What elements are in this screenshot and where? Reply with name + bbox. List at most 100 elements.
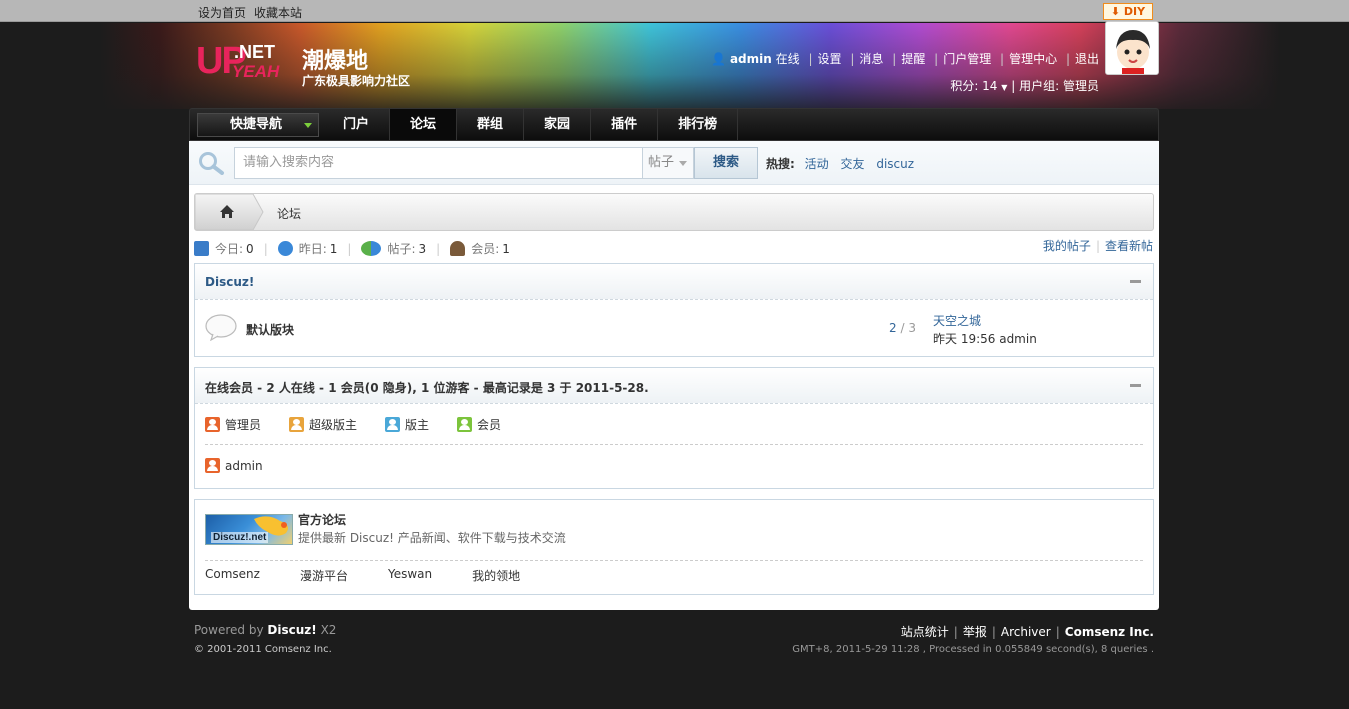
online-members: 在线会员 - 2 人在线 - 1 会员(0 隐身), 1 位游客 - 最高记录是… — [194, 367, 1154, 489]
friend-links: Discuz!.net 官方论坛 提供最新 Discuz! 产品新闻、软件下载与… — [194, 499, 1154, 595]
admin-user-icon — [205, 417, 220, 432]
legend-admin: 管理员 — [225, 418, 262, 432]
logo-net: .NET — [234, 42, 276, 62]
set-home-link[interactable]: 设为首页 — [198, 6, 246, 20]
online-title[interactable]: 在线会员 - 2 人在线 - 1 会员(0 隐身), 1 位游客 - 最高记录是… — [205, 379, 649, 396]
breadcrumb-current: 论坛 — [277, 207, 302, 221]
today-count: 0 — [246, 241, 254, 256]
forum-stats: 今日: 0 | 昨日: 1 | 帖子: 3 | 会员: 1 — [194, 240, 510, 257]
yesterday-count: 1 — [329, 241, 338, 256]
powered-prefix: Powered by — [194, 623, 264, 637]
admin-center-link[interactable]: 管理中心 — [1009, 52, 1057, 66]
main-nav: 快捷导航 门户 论坛 群组 家园 插件 排行榜 — [189, 108, 1159, 141]
user-group[interactable]: 用户组: 管理员 — [1019, 79, 1099, 93]
notifications-link[interactable]: 提醒 — [901, 52, 925, 66]
yesterday-label: 昨日: — [298, 242, 327, 256]
members-label: 会员: — [471, 242, 500, 256]
logout-link[interactable]: 退出 — [1075, 52, 1099, 66]
settings-link[interactable]: 设置 — [818, 52, 842, 66]
footer-report-link[interactable]: 举报 — [963, 625, 987, 639]
diy-label: DIY — [1123, 5, 1146, 18]
online-legend: 管理员 超级版主 版主 会员 — [205, 416, 529, 433]
posts-count: 3 — [418, 241, 427, 256]
refresh-icon — [277, 241, 293, 256]
members-count: 1 — [502, 241, 510, 256]
avatar[interactable] — [1105, 21, 1159, 75]
diy-button[interactable]: ⬇ DIY — [1103, 3, 1153, 20]
nav-group[interactable]: 群组 — [457, 109, 525, 140]
member-user-icon — [457, 417, 473, 432]
search-type-select[interactable]: 帖子 — [642, 147, 694, 179]
forum-bubble-icon — [205, 314, 237, 341]
mod-user-icon — [385, 417, 401, 432]
my-links: 我的帖子 | 查看新帖 — [1042, 239, 1153, 253]
chevron-down-icon — [679, 161, 687, 166]
logo-yeah: YEAH — [232, 62, 280, 81]
nav-ranking[interactable]: 排行榜 — [658, 109, 739, 140]
footer-links: 站点统计 | 举报 | Archiver | Comsenz Inc. — [900, 625, 1154, 639]
top-bar: 设为首页 收藏本站 ⬇ DIY — [0, 0, 1349, 22]
online-user-name[interactable]: admin — [225, 459, 263, 473]
category-header: Discuz! — [195, 264, 1153, 300]
nav-home[interactable]: 家园 — [524, 109, 592, 140]
forum-post-count: 3 — [908, 321, 916, 335]
nav-plugins[interactable]: 插件 — [591, 109, 659, 140]
search-input[interactable]: 请输入搜索内容 — [234, 147, 644, 179]
hot-term-3[interactable]: discuz — [876, 157, 914, 171]
nav-forum[interactable]: 论坛 — [390, 109, 458, 140]
forum-count-separator: / — [900, 321, 905, 335]
powered-brand-link[interactable]: Discuz! — [267, 623, 316, 637]
site-slogan: 广东极具影响力社区 — [302, 74, 411, 88]
nav-portal[interactable]: 门户 — [323, 109, 391, 140]
hot-term-1[interactable]: 活动 — [805, 157, 829, 171]
powered-version: X2 — [320, 623, 337, 637]
divider — [205, 444, 1143, 445]
avatar-face-icon — [1106, 22, 1158, 74]
chat-bubbles-icon — [361, 241, 382, 256]
footer-powered: Powered by Discuz! X2 — [194, 623, 336, 637]
online-header: 在线会员 - 2 人在线 - 1 会员(0 隐身), 1 位游客 - 最高记录是… — [195, 368, 1153, 404]
footer-company-link[interactable]: Comsenz Inc. — [1065, 625, 1154, 639]
site-logo[interactable]: UP .NET YEAH 潮爆地 广东极具影响力社区 — [196, 40, 426, 90]
footer-archiver-link[interactable]: Archiver — [1001, 625, 1051, 639]
forum-row: 默认版块 2 / 3 天空之城 昨天 19:56 admin — [195, 300, 1153, 356]
bar-chart-icon — [194, 241, 209, 256]
official-forum-link[interactable]: 官方论坛 — [298, 511, 346, 528]
user-bar-2: 积分: 14 ▼ | 用户组: 管理员 — [950, 79, 1099, 93]
link-yeswan[interactable]: Yeswan — [388, 567, 432, 584]
hot-label: 热搜: — [766, 157, 795, 171]
chevron-down-icon[interactable]: ▼ — [1001, 83, 1007, 92]
posts-label: 帖子: — [387, 242, 416, 256]
discuz-logo-image[interactable]: Discuz!.net — [205, 514, 293, 545]
forum-thread-count: 2 — [889, 321, 897, 335]
legend-mod: 版主 — [405, 418, 430, 432]
top-links: 设为首页 收藏本站 — [198, 4, 310, 21]
new-posts-link[interactable]: 查看新帖 — [1105, 239, 1153, 253]
quick-nav-button[interactable]: 快捷导航 — [197, 113, 319, 137]
collapse-icon[interactable] — [1130, 384, 1141, 387]
link-my-land[interactable]: 我的领地 — [472, 567, 520, 584]
forum-name-link[interactable]: 默认版块 — [246, 321, 294, 338]
link-manyou[interactable]: 漫游平台 — [300, 567, 348, 584]
hot-term-2[interactable]: 交友 — [840, 157, 864, 171]
user-icon: 👤 — [711, 52, 727, 66]
link-comsenz[interactable]: Comsenz — [205, 567, 260, 584]
official-logo-label: Discuz!.net — [211, 532, 269, 543]
messages-link[interactable]: 消息 — [859, 52, 883, 66]
collapse-icon[interactable] — [1130, 280, 1141, 283]
portal-admin-link[interactable]: 门户管理 — [943, 52, 991, 66]
online-user[interactable]: admin — [205, 458, 263, 473]
admin-user-icon — [205, 458, 220, 473]
user-status[interactable]: 在线 — [776, 52, 800, 66]
home-icon[interactable] — [195, 194, 265, 230]
category-title[interactable]: Discuz! — [205, 275, 254, 289]
footer-stats-link[interactable]: 站点统计 — [901, 625, 949, 639]
my-posts-link[interactable]: 我的帖子 — [1043, 239, 1091, 253]
points-dropdown[interactable]: 积分: 14 — [950, 79, 997, 93]
username-link[interactable]: admin — [730, 52, 772, 66]
last-post-title-link[interactable]: 天空之城 — [933, 312, 1037, 330]
breadcrumb: 论坛 — [194, 193, 1154, 231]
search-button[interactable]: 搜索 — [694, 147, 758, 179]
bookmark-link[interactable]: 收藏本站 — [254, 6, 302, 20]
hot-searches: 热搜: 活动 交友 discuz — [766, 155, 922, 172]
